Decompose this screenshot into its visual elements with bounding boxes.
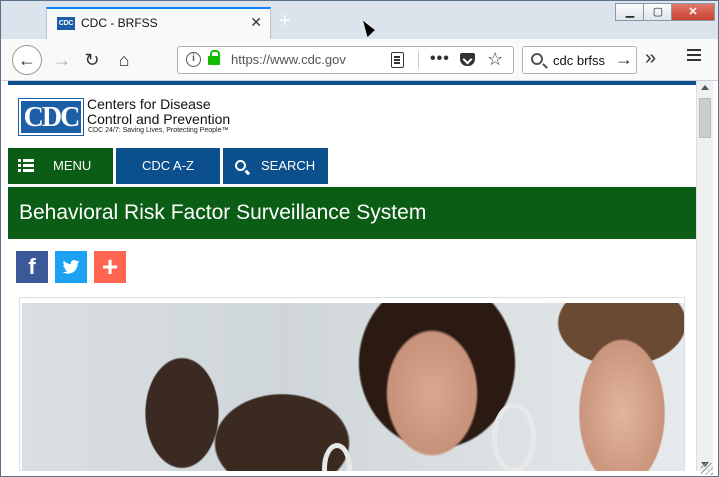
overflow-chevron-icon[interactable]: » — [645, 47, 656, 70]
scrollbar-thumb[interactable] — [699, 98, 711, 138]
site-info-icon[interactable]: i — [186, 52, 201, 67]
page-title-banner: Behavioral Risk Factor Surveillance Syst… — [8, 187, 696, 239]
pocket-icon[interactable] — [460, 53, 475, 66]
site-search-button[interactable]: SEARCH — [223, 148, 328, 184]
window-resize-grip[interactable] — [701, 463, 713, 475]
home-icon[interactable]: ⌂ — [109, 45, 139, 75]
window-close-button[interactable]: ✕ — [671, 3, 715, 21]
new-tab-plus-icon[interactable]: + — [279, 11, 291, 31]
tab-close-icon[interactable]: ✕ — [250, 14, 262, 31]
hero-image-frame — [19, 297, 685, 471]
web-page: CDC Centers for Disease Control and Prev… — [8, 81, 696, 471]
vertical-scrollbar[interactable] — [696, 81, 713, 471]
tab-active[interactable]: CDC CDC - BRFSS ✕ — [46, 7, 271, 39]
twitter-share-icon[interactable] — [55, 251, 87, 283]
headset-decoration — [492, 403, 536, 471]
scroll-up-arrow-icon[interactable] — [701, 85, 709, 90]
cdc-az-button[interactable]: CDC A-Z — [116, 148, 220, 184]
tab-title: CDC - BRFSS — [81, 16, 158, 30]
url-bar[interactable]: i https://www.cdc.gov ••• ☆ — [177, 46, 514, 74]
search-bar-text[interactable]: cdc brfss — [553, 53, 605, 68]
search-icon — [235, 160, 246, 171]
page-actions-ellipsis-icon[interactable]: ••• — [430, 50, 450, 68]
menu-list-icon — [18, 159, 34, 173]
facebook-share-icon[interactable]: f — [16, 251, 48, 283]
forward-arrow-icon[interactable]: → — [47, 45, 77, 75]
back-arrow-icon[interactable]: ← — [12, 45, 42, 75]
search-icon — [531, 53, 543, 65]
page-title: Behavioral Risk Factor Surveillance Syst… — [19, 201, 427, 224]
hero-image-call-center-people — [22, 303, 684, 471]
mouse-cursor-icon — [365, 19, 376, 35]
tagline: CDC 24/7: Saving Lives, Protecting Peopl… — [88, 127, 229, 134]
search-go-arrow-icon[interactable]: → — [615, 49, 633, 70]
reader-view-icon[interactable] — [391, 52, 404, 68]
bookmark-star-icon[interactable]: ☆ — [487, 49, 503, 70]
minimize-button[interactable]: ▁ — [615, 3, 645, 21]
menu-button[interactable]: MENU — [8, 148, 113, 184]
addthis-share-plus-icon[interactable]: + — [94, 251, 126, 283]
org-name-line2: Control and Prevention — [87, 111, 231, 127]
org-name[interactable]: Centers for Disease Control and Preventi… — [87, 97, 230, 127]
reload-icon[interactable]: ↻ — [77, 45, 107, 75]
site-search-label: SEARCH — [261, 158, 316, 173]
tab-bar: CDC CDC - BRFSS ✕ + ▁ ▢ ✕ — [1, 1, 718, 39]
url-bar-divider — [418, 51, 419, 69]
org-name-line1: Centers for Disease — [87, 96, 211, 112]
cdc-favicon-icon: CDC — [57, 17, 75, 30]
browser-window: CDC CDC - BRFSS ✕ + ▁ ▢ ✕ ← → ↻ ⌂ i http… — [0, 0, 719, 477]
secure-lock-icon — [208, 50, 220, 65]
search-bar[interactable]: cdc brfss → — [522, 46, 637, 74]
url-text[interactable]: https://www.cdc.gov — [231, 52, 356, 67]
header-top-rule — [8, 81, 696, 85]
hamburger-menu-icon[interactable] — [687, 49, 701, 51]
menu-button-label: MENU — [53, 158, 92, 173]
twitter-bird-icon — [62, 260, 80, 274]
maximize-button[interactable]: ▢ — [643, 3, 673, 21]
cdc-logo[interactable]: CDC — [18, 98, 84, 136]
navigation-toolbar: ← → ↻ ⌂ i https://www.cdc.gov ••• ☆ cdc … — [1, 39, 718, 81]
headset-decoration — [322, 443, 352, 471]
